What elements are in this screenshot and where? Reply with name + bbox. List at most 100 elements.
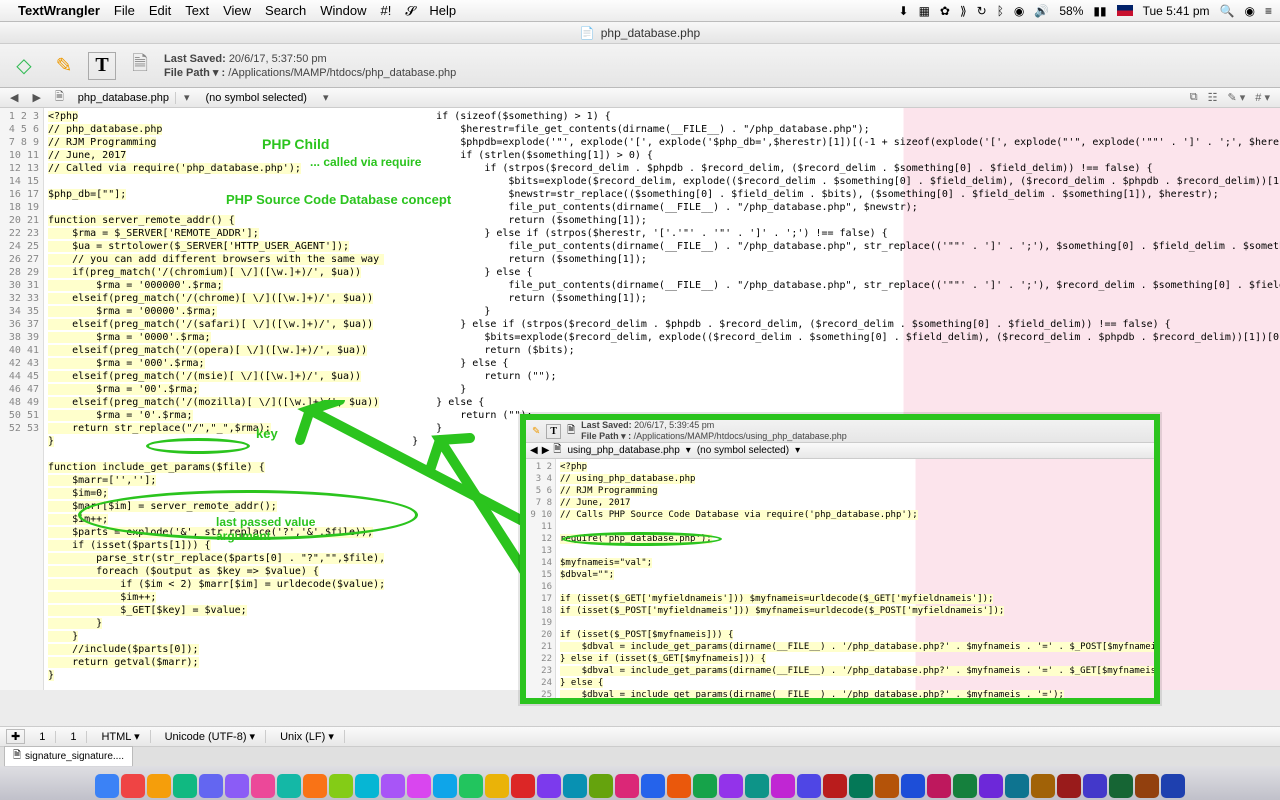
nav-dropdown-1[interactable]: ▾ <box>178 91 196 104</box>
dock-app-6[interactable] <box>251 774 275 798</box>
nav-filename[interactable]: php_database.php <box>72 92 176 104</box>
pencil-icon[interactable]: ✎ <box>48 50 80 82</box>
dock-app-1[interactable] <box>121 774 145 798</box>
dock-app-8[interactable] <box>303 774 327 798</box>
inset-nav-dd2[interactable]: ▾ <box>795 445 800 456</box>
dock-app-0[interactable] <box>95 774 119 798</box>
dock-app-39[interactable] <box>1109 774 1133 798</box>
dock-app-29[interactable] <box>849 774 873 798</box>
nav-split-icon[interactable]: ⧉ <box>1190 91 1198 104</box>
status-col[interactable]: 1 <box>60 731 87 743</box>
menu-script-icon[interactable]: 𝓢 <box>405 3 415 19</box>
menu-search[interactable]: Search <box>265 3 306 18</box>
code-left-text[interactable]: <?php // php_database.php // RJM Program… <box>48 111 384 690</box>
dock-app-19[interactable] <box>589 774 613 798</box>
code-right-text[interactable]: if (sizeof($something) > 1) { $herestr=f… <box>388 111 1280 460</box>
inset-nav-doc[interactable]: 🗎 <box>553 442 561 459</box>
macos-dock[interactable] <box>0 766 1280 800</box>
menu-file[interactable]: File <box>114 3 135 18</box>
dock-app-36[interactable] <box>1031 774 1055 798</box>
dock-app-23[interactable] <box>693 774 717 798</box>
inset-nav-next[interactable]: ▶ <box>542 445 550 456</box>
spotlight-icon[interactable]: 🔍 <box>1220 4 1235 18</box>
inset-code-text[interactable]: <?php // using_php_database.php // RJM P… <box>560 462 1154 704</box>
dock-app-5[interactable] <box>225 774 249 798</box>
volume-icon[interactable]: 🔊 <box>1034 4 1049 18</box>
menu-view[interactable]: View <box>223 3 251 18</box>
inset-nav-symbol[interactable]: (no symbol selected) <box>697 445 789 456</box>
document-options-icon[interactable]: 🗎 <box>124 50 156 82</box>
dock-app-40[interactable] <box>1135 774 1159 798</box>
dock-app-24[interactable] <box>719 774 743 798</box>
status-encoding[interactable]: Unicode (UTF-8) ▾ <box>155 730 266 743</box>
dock-app-38[interactable] <box>1083 774 1107 798</box>
battery-icon[interactable]: ▮▮ <box>1093 4 1106 18</box>
dock-app-34[interactable] <box>979 774 1003 798</box>
dock-app-7[interactable] <box>277 774 301 798</box>
inset-pencil-icon[interactable]: ✎ <box>532 426 540 437</box>
dock-app-12[interactable] <box>407 774 431 798</box>
inset-doc-icon[interactable]: 🗎 <box>567 423 575 440</box>
dock-app-10[interactable] <box>355 774 379 798</box>
dock-app-31[interactable] <box>901 774 925 798</box>
status-line[interactable]: 1 <box>29 731 56 743</box>
dock-app-35[interactable] <box>1005 774 1029 798</box>
nav-counterpart-icon[interactable]: ☷ <box>1208 91 1218 104</box>
app-name[interactable]: TextWrangler <box>18 3 100 18</box>
dock-app-37[interactable] <box>1057 774 1081 798</box>
inset-nav-filename[interactable]: using_php_database.php <box>567 445 679 456</box>
dock-app-21[interactable] <box>641 774 665 798</box>
nav-symbol[interactable]: (no symbol selected) <box>197 92 315 104</box>
status-lineend[interactable]: Unix (LF) ▾ <box>270 730 345 743</box>
dock-app-33[interactable] <box>953 774 977 798</box>
nav-dropdown-2[interactable]: ▾ <box>317 91 335 104</box>
drawer-icon[interactable]: ◇ <box>8 50 40 82</box>
nav-doc-icon[interactable]: 🗎 <box>49 88 70 107</box>
flag-icon[interactable] <box>1117 5 1133 16</box>
dock-app-15[interactable] <box>485 774 509 798</box>
code-pane-left[interactable]: <?php // php_database.php // RJM Program… <box>44 108 384 690</box>
inset-code[interactable]: <?php // using_php_database.php // RJM P… <box>556 459 1154 704</box>
menu-edit[interactable]: Edit <box>149 3 171 18</box>
dock-app-18[interactable] <box>563 774 587 798</box>
nav-next-icon[interactable]: ▶ <box>26 91 46 104</box>
bluetooth-icon[interactable]: ᛒ <box>997 4 1004 18</box>
dock-app-3[interactable] <box>173 774 197 798</box>
notification-icon[interactable]: ≡ <box>1265 4 1272 18</box>
inset-text-icon[interactable]: T <box>546 424 561 439</box>
dock-app-28[interactable] <box>823 774 847 798</box>
inset-nav-dd1[interactable]: ▾ <box>686 445 691 456</box>
dock-app-27[interactable] <box>797 774 821 798</box>
siri-icon[interactable]: ◉ <box>1245 4 1255 18</box>
menu-help[interactable]: Help <box>429 3 456 18</box>
dock-app-16[interactable] <box>511 774 535 798</box>
dock-app-17[interactable] <box>537 774 561 798</box>
inset-nav-prev[interactable]: ◀ <box>530 445 538 456</box>
download-icon[interactable]: ⬇ <box>899 4 909 18</box>
document-tab[interactable]: 🗎 signature_signature.... <box>4 746 133 767</box>
dock-app-11[interactable] <box>381 774 405 798</box>
clock[interactable]: Tue 5:41 pm <box>1143 4 1210 18</box>
dock-app-20[interactable] <box>615 774 639 798</box>
battery-percent[interactable]: 58% <box>1059 4 1083 18</box>
dock-app-22[interactable] <box>667 774 691 798</box>
dock-app-9[interactable] <box>329 774 353 798</box>
status-icon-3[interactable]: ⟫ <box>960 4 967 18</box>
nav-hash-icon[interactable]: # ▾ <box>1255 91 1270 104</box>
dock-app-25[interactable] <box>745 774 769 798</box>
dock-app-30[interactable] <box>875 774 899 798</box>
file-path-label[interactable]: File Path ▾ : <box>164 67 225 79</box>
wifi-icon[interactable]: ◉ <box>1014 4 1024 18</box>
status-lang[interactable]: HTML ▾ <box>91 730 150 743</box>
dock-app-26[interactable] <box>771 774 795 798</box>
menu-shebang[interactable]: #! <box>380 3 391 18</box>
inset-file-path-label[interactable]: File Path ▾ : <box>581 431 631 441</box>
dock-app-14[interactable] <box>459 774 483 798</box>
sync-icon[interactable]: ↻ <box>977 4 987 18</box>
nav-prev-icon[interactable]: ◀ <box>4 91 24 104</box>
add-document-button[interactable]: ✚ <box>6 729 25 744</box>
status-icon-1[interactable]: ▦ <box>919 4 930 18</box>
status-icon-2[interactable]: ✿ <box>940 4 950 18</box>
dock-app-2[interactable] <box>147 774 171 798</box>
dock-app-41[interactable] <box>1161 774 1185 798</box>
